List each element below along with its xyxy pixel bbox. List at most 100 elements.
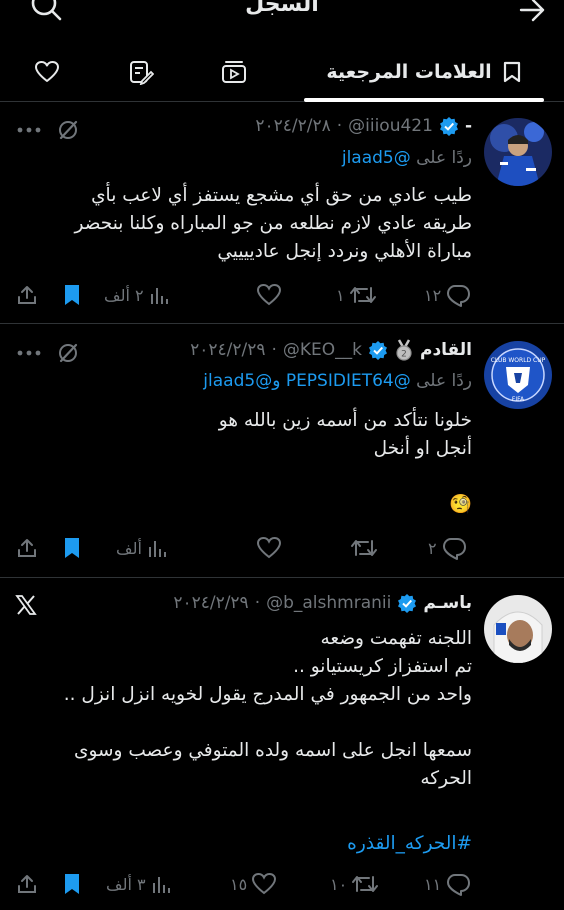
x-logo-icon[interactable] bbox=[14, 593, 38, 617]
media-icon bbox=[220, 59, 248, 85]
tweet[interactable]: باسـم @b_alshmranii · ٢٠٢٤/٢/٢٩ اللجنه ت… bbox=[0, 579, 564, 910]
author-name[interactable]: القادم bbox=[420, 340, 472, 360]
retweet-count: ١٠ bbox=[330, 874, 348, 894]
svg-text:CLUB WORLD CUP: CLUB WORLD CUP bbox=[491, 357, 546, 364]
tweet-text: طيب عادي من حق أي مشجع يستفز أي لاعب بأي… bbox=[74, 185, 472, 262]
share-icon bbox=[16, 284, 38, 306]
tab-bookmarks-label: العلامات المرجعية bbox=[326, 61, 492, 83]
grok-slash-icon[interactable] bbox=[56, 341, 80, 365]
tweet-header: القادم 2 @KEO__k · ٢٠٢٤/٢/٢٩ bbox=[190, 339, 472, 361]
verified-badge-icon bbox=[368, 340, 388, 360]
avatar[interactable] bbox=[484, 595, 552, 663]
author-handle[interactable]: @KEO__k bbox=[283, 340, 362, 360]
share-button[interactable] bbox=[16, 869, 38, 899]
separator-dot: · bbox=[271, 340, 277, 360]
verified-badge-icon bbox=[397, 593, 417, 613]
views-button[interactable]: ٣ ألف bbox=[106, 869, 172, 899]
tab-media[interactable] bbox=[206, 44, 262, 100]
tab-likes[interactable] bbox=[20, 44, 74, 100]
views-count: ٢ ألف bbox=[104, 285, 144, 305]
tab-bookmarks[interactable]: العلامات المرجعية bbox=[304, 44, 544, 102]
like-button[interactable] bbox=[252, 533, 282, 563]
tweet-header: - @iiiou421 · ٢٠٢٤/٢/٢٨ bbox=[255, 116, 472, 136]
tweet-options bbox=[16, 118, 80, 142]
reply-count: ١٢ bbox=[424, 285, 442, 305]
bookmark-button[interactable] bbox=[62, 869, 82, 899]
avatar[interactable]: CLUB WORLD CUP FIFA bbox=[484, 341, 552, 409]
tab-bar: العلامات المرجعية bbox=[0, 44, 564, 102]
retweet-button[interactable]: ١٠ bbox=[330, 869, 379, 899]
tweet-date[interactable]: ٢٠٢٤/٢/٢٨ bbox=[255, 116, 330, 136]
tweet[interactable]: - @iiiou421 · ٢٠٢٤/٢/٢٨ ردًا على @jlaad5… bbox=[0, 102, 564, 324]
bookmark-button[interactable] bbox=[62, 533, 82, 563]
reply-button[interactable]: ١١ bbox=[424, 869, 471, 899]
tweet-text: اللجنه تفهمت وضعه تم استفزاز كريستيانو .… bbox=[63, 628, 472, 789]
reply-mention[interactable]: @jlaad5 bbox=[342, 148, 411, 168]
reply-count: ١١ bbox=[424, 874, 442, 894]
share-icon bbox=[16, 537, 38, 559]
bookmark-filled-icon bbox=[62, 536, 82, 560]
views-button[interactable]: ٢ ألف bbox=[104, 280, 170, 310]
retweet-count: ١ bbox=[336, 285, 345, 305]
views-button[interactable]: ألف bbox=[116, 533, 168, 563]
reply-mention[interactable]: @PEPSIDIET64 و@jlaad5 bbox=[203, 371, 410, 391]
reply-button[interactable]: ١٢ bbox=[424, 280, 471, 310]
author-name[interactable]: باسـم bbox=[423, 593, 472, 613]
retweet-icon bbox=[349, 284, 377, 306]
author-name[interactable]: - bbox=[465, 116, 472, 136]
reply-context: ردًا على @PEPSIDIET64 و@jlaad5 bbox=[203, 371, 472, 391]
author-handle[interactable]: @b_alshmranii bbox=[266, 593, 391, 613]
back-arrow-icon[interactable] bbox=[518, 0, 546, 24]
like-count: ١٥ bbox=[230, 874, 248, 894]
tweet-date[interactable]: ٢٠٢٤/٢/٢٩ bbox=[173, 593, 248, 613]
bookmark-filled-icon bbox=[62, 283, 82, 307]
share-button[interactable] bbox=[16, 280, 38, 310]
views-count: ٣ ألف bbox=[106, 874, 146, 894]
reply-count: ٢ bbox=[428, 538, 437, 558]
tweet-text: خلونا نتأكد من أسمه زين بالله هو أنجل او… bbox=[218, 410, 472, 515]
svg-text:FIFA: FIFA bbox=[512, 396, 525, 403]
more-icon[interactable] bbox=[16, 125, 42, 135]
heart-icon bbox=[34, 60, 60, 84]
verified-badge-icon bbox=[439, 116, 459, 136]
like-button[interactable] bbox=[252, 280, 282, 310]
tweet-header: باسـم @b_alshmranii · ٢٠٢٤/٢/٢٩ bbox=[173, 593, 472, 613]
share-button[interactable] bbox=[16, 533, 38, 563]
tweet-actions: ألف ٢ bbox=[0, 533, 564, 563]
tweet-date[interactable]: ٢٠٢٤/٢/٢٩ bbox=[190, 340, 265, 360]
views-icon bbox=[148, 284, 170, 306]
retweet-button[interactable] bbox=[346, 533, 378, 563]
svg-text:2: 2 bbox=[401, 350, 407, 360]
like-button[interactable]: ١٥ bbox=[230, 869, 277, 899]
avatar[interactable] bbox=[484, 118, 552, 186]
bookmark-icon bbox=[502, 60, 522, 84]
hashtag-link[interactable]: #الحركه_القذره bbox=[347, 833, 472, 854]
grok-slash-icon[interactable] bbox=[56, 118, 80, 142]
views-icon bbox=[150, 873, 172, 895]
views-count: ألف bbox=[116, 538, 142, 558]
bookmark-filled-icon bbox=[62, 872, 82, 896]
retweet-icon bbox=[350, 537, 378, 559]
reply-button[interactable]: ٢ bbox=[428, 533, 467, 563]
page-title: السجل bbox=[245, 0, 319, 17]
reply-prefix: ردًا على bbox=[416, 148, 472, 168]
heart-icon bbox=[251, 872, 277, 896]
reply-icon bbox=[445, 872, 471, 896]
retweet-icon bbox=[351, 873, 379, 895]
top-bar: السجل bbox=[0, 0, 564, 34]
bookmark-button[interactable] bbox=[62, 280, 82, 310]
reply-icon bbox=[441, 536, 467, 560]
reply-prefix: ردًا على bbox=[416, 371, 472, 391]
tweet[interactable]: CLUB WORLD CUP FIFA القادم 2 @KEO__k · ٢… bbox=[0, 325, 564, 578]
more-icon[interactable] bbox=[16, 348, 42, 358]
share-icon bbox=[16, 873, 38, 895]
tweet-actions: ٣ ألف ١٥ ١٠ ١١ bbox=[0, 869, 564, 899]
author-handle[interactable]: @iiiou421 bbox=[348, 116, 433, 136]
tab-articles[interactable] bbox=[114, 44, 168, 100]
reply-icon bbox=[445, 283, 471, 307]
reply-context: ردًا على @jlaad5 bbox=[342, 148, 472, 168]
separator-dot: · bbox=[336, 116, 343, 136]
heart-icon bbox=[256, 283, 282, 307]
tweet-options bbox=[16, 341, 80, 365]
retweet-button[interactable]: ١ bbox=[336, 280, 377, 310]
